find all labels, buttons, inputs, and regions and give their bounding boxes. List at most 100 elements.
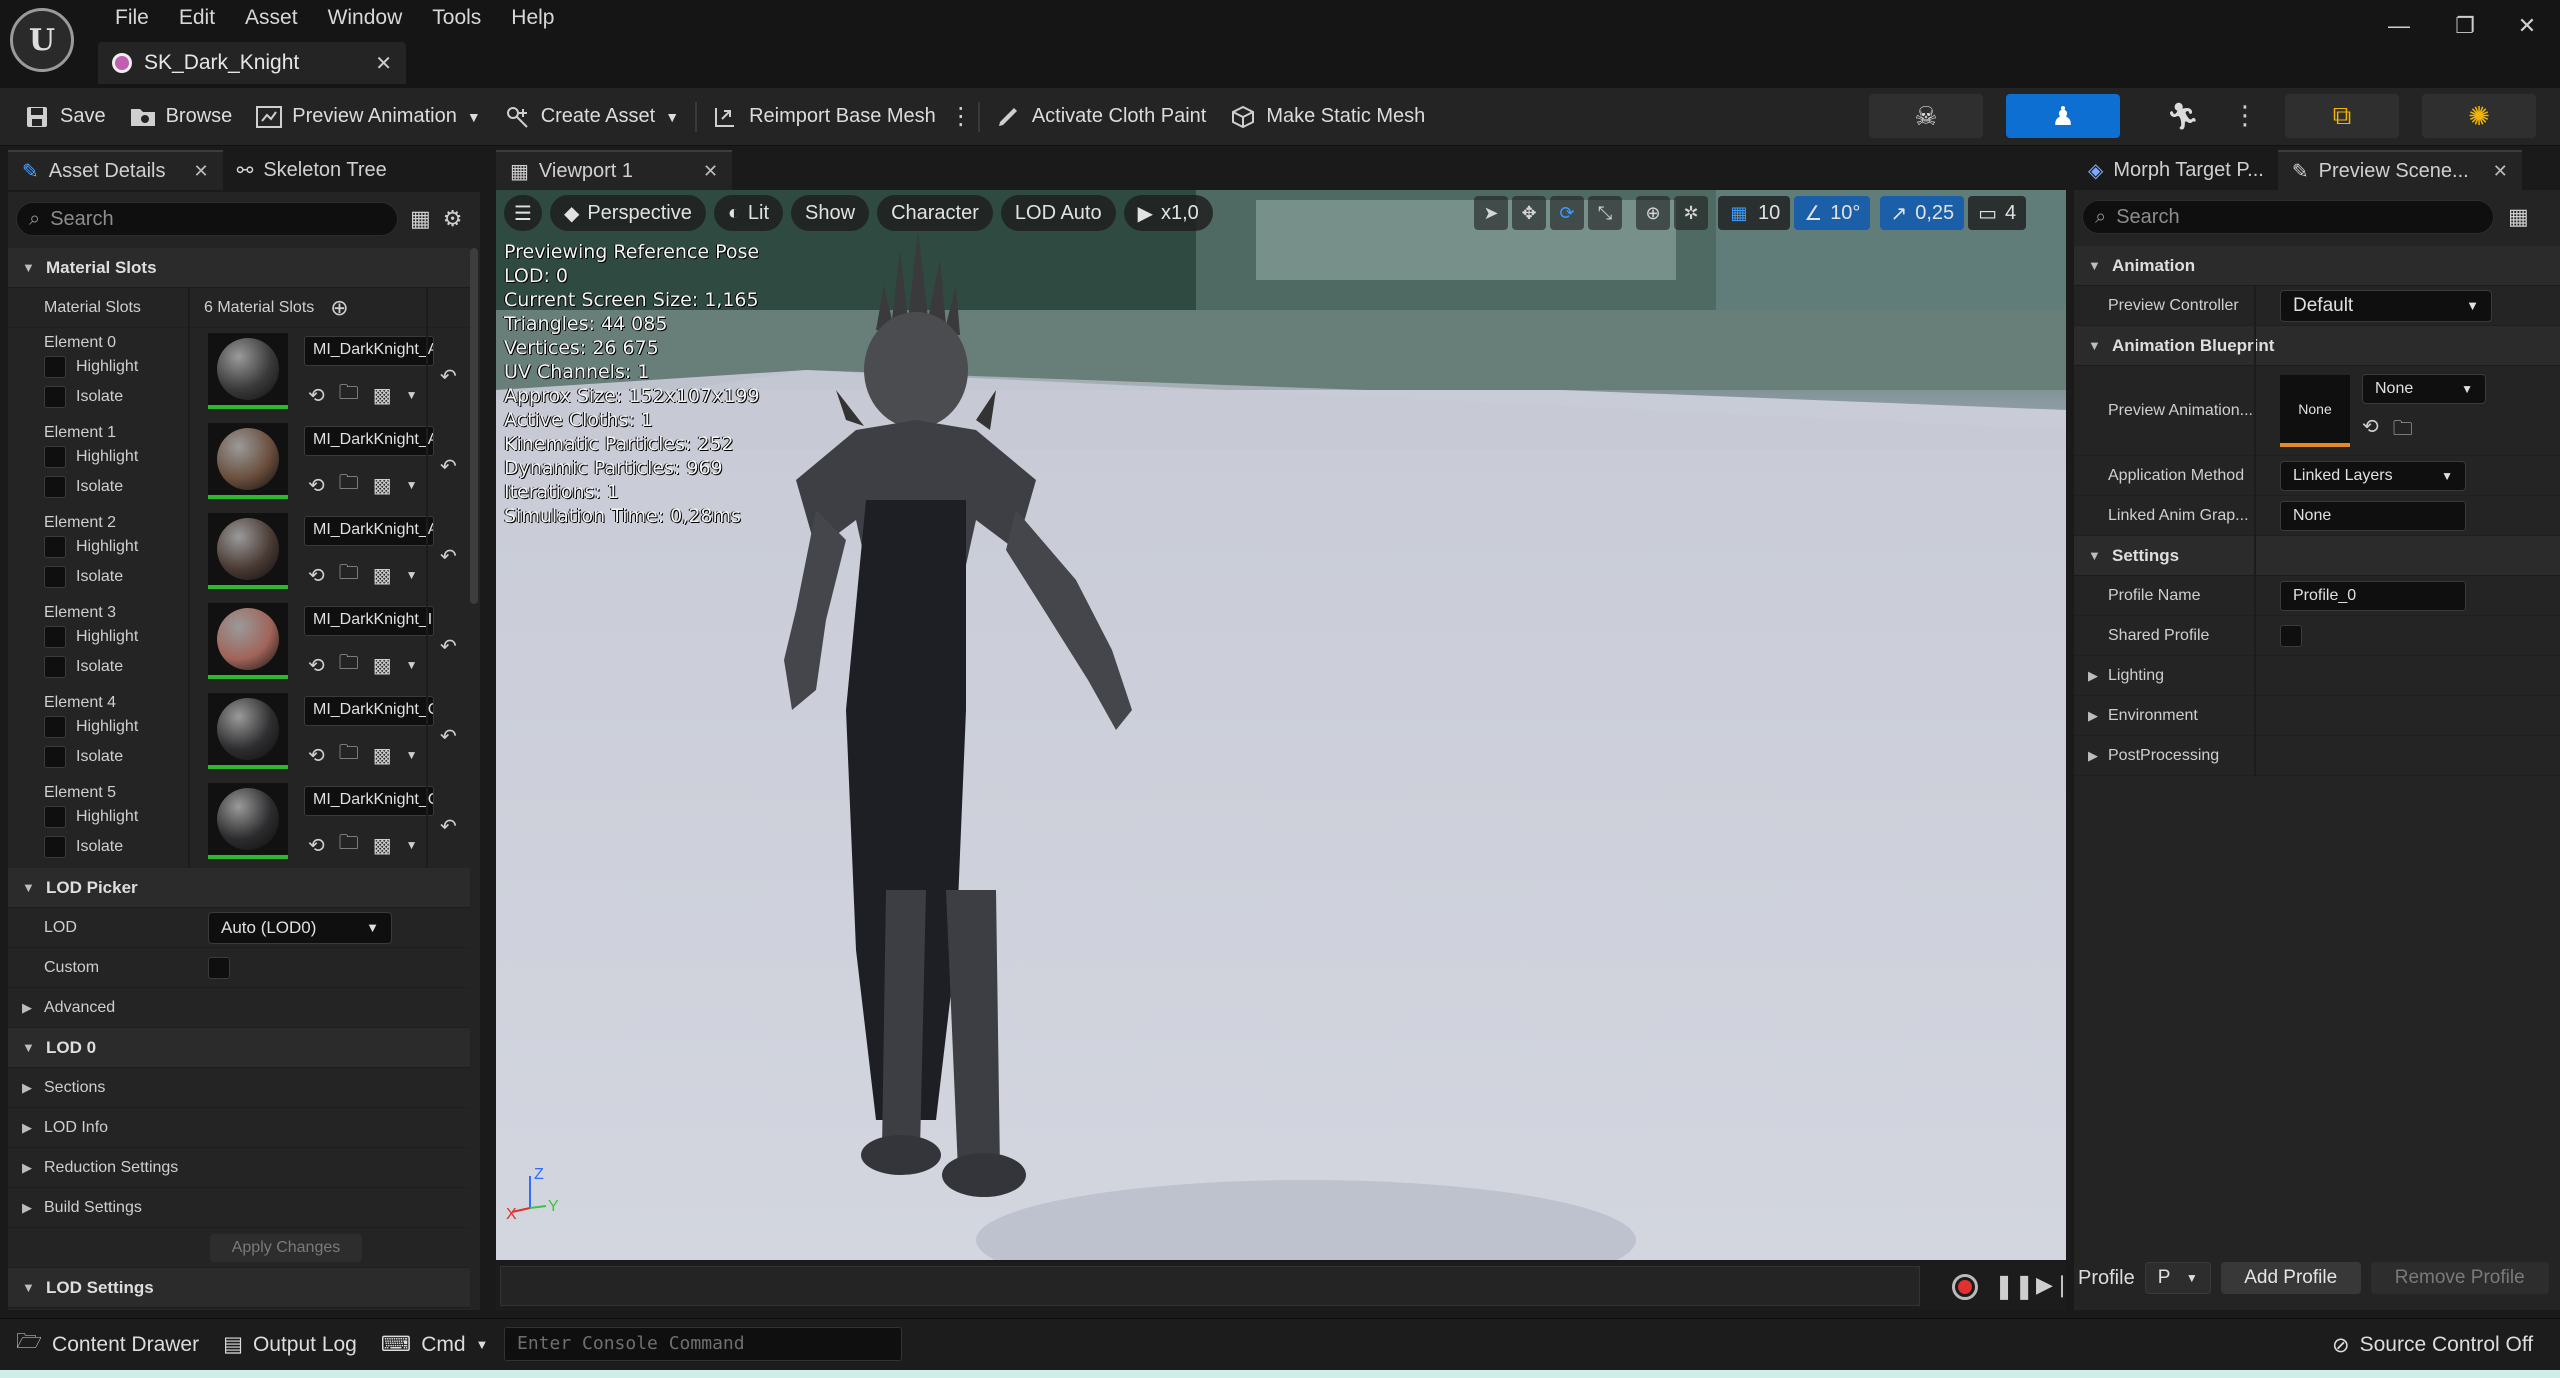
environment-row[interactable]: ▶ Environment — [2074, 696, 2560, 736]
isolate-checkbox[interactable] — [44, 836, 66, 858]
source-control-button[interactable]: ⊘ Source Control Off — [2320, 1321, 2545, 1369]
highlight-checkbox[interactable] — [44, 356, 66, 378]
browse-asset-icon[interactable]: 🗀 — [339, 378, 359, 412]
details-scrollbar[interactable] — [470, 248, 478, 604]
use-selected-icon[interactable]: ⟲ — [308, 653, 325, 678]
browse-asset-icon[interactable]: 🗀 — [339, 828, 359, 862]
material-thumbnail[interactable] — [208, 603, 288, 679]
close-tab-icon[interactable]: ✕ — [193, 161, 208, 182]
tab-preview-scene-settings[interactable]: ✎ Preview Scene... ✕ — [2277, 150, 2522, 190]
shared-profile-checkbox[interactable] — [2280, 624, 2302, 647]
section-lod-0[interactable]: ▼ LOD 0 — [8, 1028, 470, 1068]
custom-checkbox[interactable] — [208, 956, 230, 979]
blueprint-mode-button[interactable]: ⧉ — [2285, 94, 2399, 138]
use-selected-icon[interactable]: ⟲ — [308, 743, 325, 768]
document-tab[interactable]: SK_Dark_Knight ✕ — [98, 42, 406, 84]
chevron-down-icon[interactable]: ▼ — [406, 748, 418, 762]
highlight-checkbox[interactable] — [44, 536, 66, 558]
menu-window[interactable]: Window — [313, 2, 418, 34]
postprocessing-row[interactable]: ▶ PostProcessing — [2074, 736, 2560, 776]
reset-to-default-icon[interactable]: ↶ — [440, 724, 457, 749]
close-window-icon[interactable]: ✕ — [2504, 8, 2550, 44]
checker-icon[interactable]: ▩ — [373, 653, 392, 678]
pause-icon[interactable]: ❚❚ — [1994, 1272, 2034, 1301]
material-name-field[interactable]: MI_DarkKnight_A — [304, 336, 434, 366]
reset-to-default-icon[interactable]: ↶ — [440, 814, 457, 839]
menu-help[interactable]: Help — [496, 2, 569, 34]
translate-tool-icon[interactable]: ✥ — [1512, 196, 1546, 230]
scale-snap-toggle[interactable]: ↗ 0,25 — [1880, 196, 1965, 230]
use-selected-icon[interactable]: ⟲ — [308, 383, 325, 408]
menu-asset[interactable]: Asset — [230, 2, 313, 34]
isolate-checkbox[interactable] — [44, 476, 66, 498]
grid-snap-toggle[interactable]: ▦ 10 — [1718, 196, 1791, 230]
browse-asset-icon[interactable]: 🗀 — [339, 468, 359, 502]
console-command-input[interactable]: Enter Console Command — [504, 1327, 902, 1361]
cmd-dropdown[interactable]: ⌨ Cmd ▼ — [369, 1321, 501, 1369]
more-options-icon[interactable]: ⋮ — [948, 103, 974, 130]
settings-gear-icon[interactable]: ⚙ — [443, 206, 463, 232]
section-animation-blueprint[interactable]: ▼ Animation Blueprint — [2074, 326, 2560, 366]
profile-name-field[interactable]: Profile_0 — [2280, 580, 2466, 611]
material-thumbnail[interactable] — [208, 423, 288, 499]
playback-speed-button[interactable]: ▶ x1,0 — [1123, 195, 1213, 231]
make-static-mesh-button[interactable]: Make Static Mesh — [1218, 94, 1437, 140]
character-button[interactable]: Character — [877, 195, 993, 231]
mode-options-icon[interactable]: ⋮ — [2232, 100, 2258, 131]
browse-asset-icon[interactable]: 🗀 — [2393, 414, 2413, 448]
unreal-logo-icon[interactable]: U — [10, 8, 74, 72]
scale-tool-icon[interactable]: ⤡ — [1588, 196, 1622, 230]
use-selected-icon[interactable]: ⟲ — [308, 563, 325, 588]
animation-mode-button[interactable]: 🏃︎ — [2126, 94, 2240, 138]
chevron-down-icon[interactable]: ▼ — [406, 838, 418, 852]
browse-asset-icon[interactable]: 🗀 — [339, 648, 359, 682]
activate-cloth-paint-button[interactable]: Activate Cloth Paint — [984, 94, 1219, 140]
highlight-checkbox[interactable] — [44, 446, 66, 468]
linked-anim-graph-field[interactable]: None — [2280, 500, 2466, 531]
material-name-field[interactable]: MI_DarkKnight_C — [304, 786, 434, 816]
show-button[interactable]: Show — [791, 195, 870, 231]
checker-icon[interactable]: ▩ — [373, 473, 392, 498]
browse-asset-icon[interactable]: 🗀 — [339, 738, 359, 772]
menu-tools[interactable]: Tools — [417, 2, 496, 34]
record-button[interactable] — [1952, 1274, 1978, 1300]
preview-animation-thumbnail[interactable]: None — [2280, 374, 2350, 447]
reset-to-default-icon[interactable]: ↶ — [440, 544, 457, 569]
chevron-down-icon[interactable]: ▼ — [406, 388, 418, 402]
output-log-button[interactable]: ▤ Output Log — [211, 1321, 369, 1369]
highlight-checkbox[interactable] — [44, 806, 66, 828]
tab-asset-details[interactable]: ✎ Asset Details ✕ — [8, 150, 223, 190]
restore-icon[interactable]: ❐ — [2442, 8, 2488, 44]
3d-viewport[interactable]: ☰ ◆ Perspective ◐ Lit Show Character LOD… — [496, 190, 2066, 1260]
add-slot-icon[interactable]: ⊕ — [330, 295, 348, 321]
step-forward-icon[interactable]: ▶❘ — [2036, 1272, 2071, 1298]
isolate-checkbox[interactable] — [44, 746, 66, 768]
table-view-icon[interactable]: ▦ — [2508, 204, 2529, 230]
application-method-dropdown[interactable]: Linked Layers ▼ — [2280, 460, 2466, 491]
isolate-checkbox[interactable] — [44, 566, 66, 588]
rotation-snap-toggle[interactable]: ∠ 10° — [1794, 196, 1871, 230]
checker-icon[interactable]: ▩ — [373, 743, 392, 768]
remove-profile-button[interactable]: Remove Profile — [2370, 1262, 2549, 1294]
sections-row[interactable]: ▶ Sections — [8, 1068, 470, 1108]
reset-to-default-icon[interactable]: ↶ — [440, 454, 457, 479]
build-settings-row[interactable]: ▶ Build Settings — [8, 1188, 470, 1228]
checker-icon[interactable]: ▩ — [373, 563, 392, 588]
mesh-mode-button[interactable]: ♟ — [2006, 94, 2120, 138]
material-thumbnail[interactable] — [208, 693, 288, 769]
viewport-timeline[interactable] — [500, 1266, 1920, 1306]
reimport-base-mesh-button[interactable]: Reimport Base Mesh — [701, 94, 948, 140]
material-thumbnail[interactable] — [208, 783, 288, 859]
chevron-down-icon[interactable]: ▼ — [406, 658, 418, 672]
material-thumbnail[interactable] — [208, 333, 288, 409]
material-name-field[interactable]: MI_DarkKnight_I — [304, 606, 434, 636]
isolate-checkbox[interactable] — [44, 386, 66, 408]
material-name-field[interactable]: MI_DarkKnight_A — [304, 516, 434, 546]
material-thumbnail[interactable] — [208, 513, 288, 589]
table-view-icon[interactable]: ▦ — [410, 206, 431, 232]
skeleton-mode-button[interactable]: ☠ — [1869, 94, 1983, 138]
section-lod-picker[interactable]: ▼ LOD Picker — [8, 868, 470, 908]
perspective-button[interactable]: ◆ Perspective — [549, 195, 706, 231]
highlight-checkbox[interactable] — [44, 716, 66, 738]
surface-snap-icon[interactable]: ✲ — [1674, 196, 1708, 230]
